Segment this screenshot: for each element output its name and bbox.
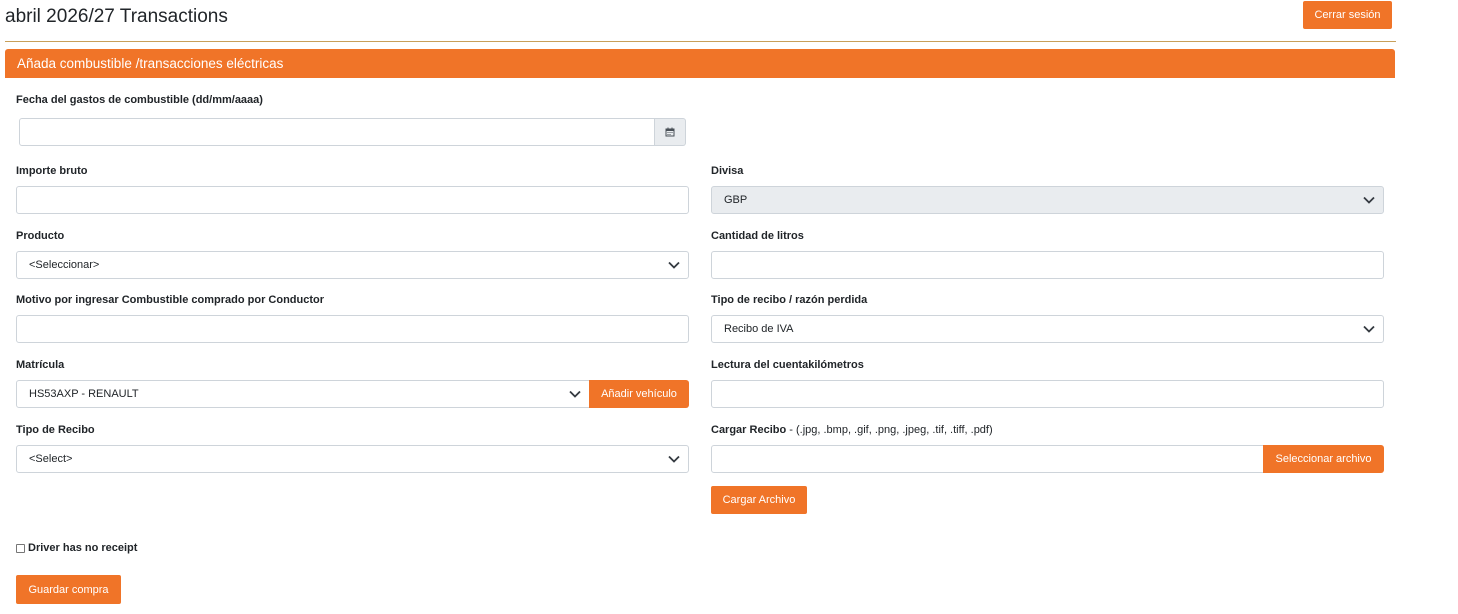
add-vehicle-button[interactable]: Añadir vehículo <box>589 380 689 408</box>
odometer-input[interactable] <box>711 380 1384 408</box>
date-label: Fecha del gastos de combustible (dd/mm/a… <box>16 94 263 106</box>
upload-file-button[interactable]: Cargar Archivo <box>711 486 807 514</box>
currency-select: GBP <box>711 186 1384 214</box>
receipt-type-label: Tipo de Recibo <box>16 424 95 436</box>
receipt-reason-selected: Recibo de IVA <box>724 323 794 335</box>
registration-select[interactable]: HS53AXP - RENAULT <box>16 380 590 408</box>
no-receipt-label: Driver has no receipt <box>28 542 138 554</box>
registration-label: Matrícula <box>16 359 65 371</box>
panel-heading: Añada combustible /transacciones eléctri… <box>5 49 1395 78</box>
page-title: abril 2026/27 Transactions <box>5 6 228 27</box>
reason-label: Motivo por ingresar Combustible comprado… <box>16 294 325 306</box>
upload-label-text: Cargar Recibo <box>711 424 787 436</box>
reason-input[interactable] <box>16 315 689 343</box>
product-label: Producto <box>16 230 65 242</box>
no-receipt-checkbox[interactable] <box>16 543 25 553</box>
receipt-type-select[interactable]: <Select> <box>16 445 689 473</box>
select-file-button[interactable]: Seleccionar archivo <box>1263 445 1384 473</box>
chevron-down-icon <box>569 390 581 398</box>
gross-amount-input[interactable] <box>16 186 689 214</box>
upload-file-types: - (.jpg, .bmp, .gif, .png, .jpeg, .tif, … <box>786 424 993 436</box>
chevron-down-icon <box>668 261 680 269</box>
logout-button[interactable]: Cerrar sesión <box>1303 1 1392 29</box>
receipt-type-selected: <Select> <box>29 453 73 465</box>
calendar-icon <box>665 127 675 137</box>
upload-label: Cargar Recibo - (.jpg, .bmp, .gif, .png,… <box>711 424 993 436</box>
chevron-down-icon <box>1363 325 1375 333</box>
currency-label: Divisa <box>711 165 744 177</box>
litres-label: Cantidad de litros <box>711 230 804 242</box>
chevron-down-icon <box>1363 196 1375 204</box>
date-input[interactable] <box>19 118 655 146</box>
title-divider <box>5 41 1396 42</box>
upload-file-input[interactable] <box>711 445 1264 473</box>
no-receipt-row[interactable]: Driver has no receipt <box>16 542 137 554</box>
currency-selected: GBP <box>724 194 748 206</box>
date-picker-button[interactable] <box>655 118 686 146</box>
gross-amount-label: Importe bruto <box>16 165 88 177</box>
product-selected: <Seleccionar> <box>29 259 100 271</box>
receipt-reason-label: Tipo de recibo / razón perdida <box>711 294 868 306</box>
registration-selected: HS53AXP - RENAULT <box>29 388 139 400</box>
receipt-reason-select[interactable]: Recibo de IVA <box>711 315 1384 343</box>
chevron-down-icon <box>668 455 680 463</box>
odometer-label: Lectura del cuentakilómetros <box>711 359 864 371</box>
litres-input[interactable] <box>711 251 1384 279</box>
save-purchase-button[interactable]: Guardar compra <box>16 575 121 604</box>
product-select[interactable]: <Seleccionar> <box>16 251 689 279</box>
